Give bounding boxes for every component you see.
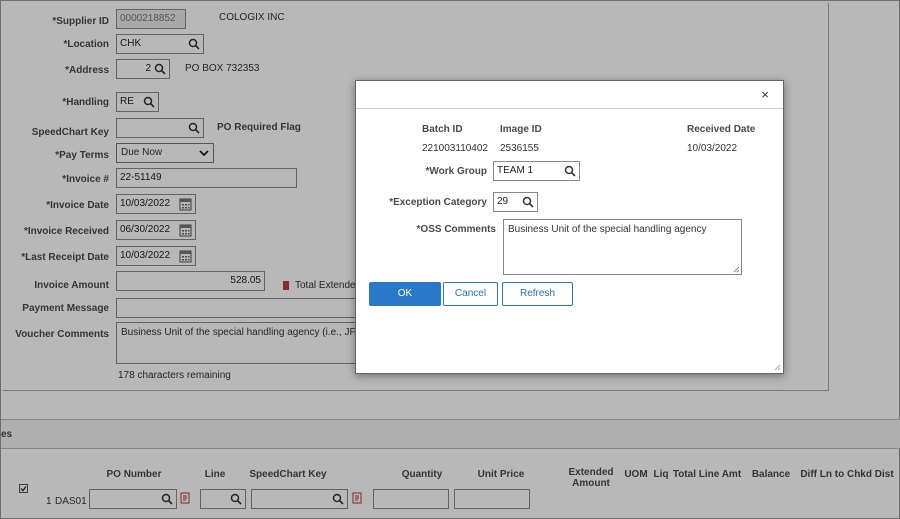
resize-grip-icon[interactable] (774, 364, 781, 371)
refresh-button[interactable]: Refresh (502, 282, 573, 306)
exception-category-label: *Exception Category (389, 197, 487, 208)
oss-comments-value: Business Unit of the special handling ag… (508, 224, 707, 235)
ok-button[interactable]: OK (369, 282, 441, 306)
batch-id-label: Batch ID (422, 124, 463, 135)
cancel-button[interactable]: Cancel (443, 282, 498, 306)
search-icon[interactable] (564, 165, 576, 177)
oss-comments-textarea[interactable]: Business Unit of the special handling ag… (503, 219, 742, 275)
resize-grip-icon[interactable] (733, 266, 740, 273)
work-group-input[interactable]: TEAM 1 (493, 161, 580, 181)
oss-comments-label: *OSS Comments (416, 224, 496, 235)
received-date-label: Received Date (687, 124, 756, 135)
exception-category-input[interactable]: 29 (493, 192, 538, 212)
work-group-value: TEAM 1 (497, 165, 534, 176)
dialog-header: × (356, 81, 783, 109)
image-id-value: 2536155 (500, 143, 539, 154)
exception-category-value: 29 (497, 196, 509, 207)
exception-dialog: × Batch ID 221003110402 Image ID 2536155… (355, 80, 784, 374)
work-group-label: *Work Group (425, 166, 487, 177)
close-icon[interactable]: × (761, 87, 769, 102)
batch-id-value: 221003110402 (422, 143, 488, 154)
search-icon[interactable] (522, 196, 534, 208)
received-date-value: 10/03/2022 (687, 143, 738, 154)
image-id-label: Image ID (500, 124, 542, 135)
